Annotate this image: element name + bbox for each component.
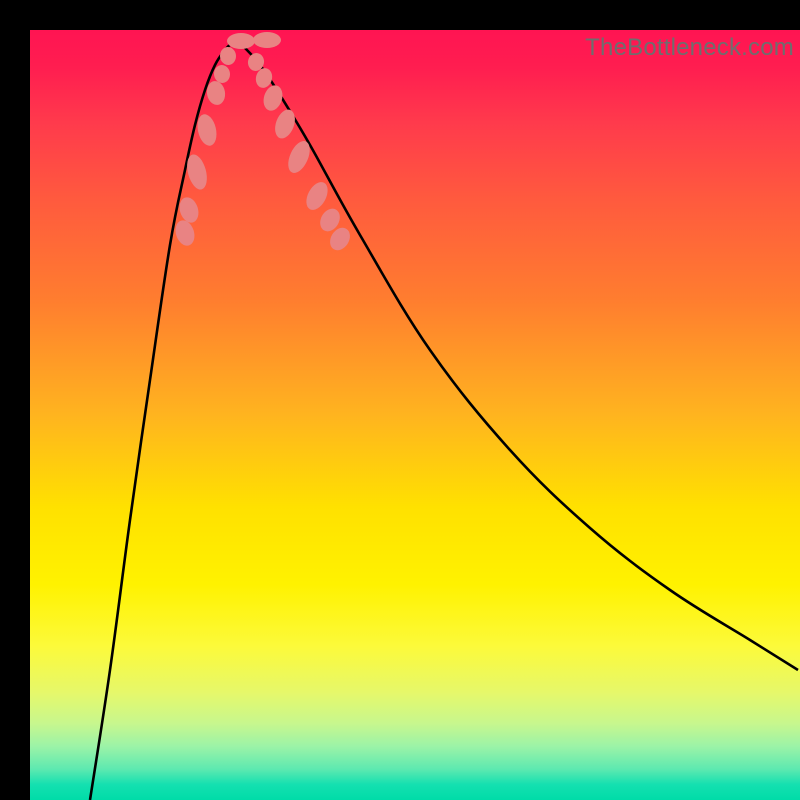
bead-marker xyxy=(253,32,281,48)
bead-marker xyxy=(271,107,298,141)
bead-marker xyxy=(219,46,237,66)
left-curve xyxy=(90,40,235,800)
bead-marker xyxy=(213,64,231,84)
marker-group xyxy=(172,32,354,254)
chart-frame: TheBottleneck.com xyxy=(0,0,800,800)
bead-marker xyxy=(302,179,332,214)
bead-marker xyxy=(227,33,255,49)
plot-area: TheBottleneck.com xyxy=(30,30,800,800)
bead-marker xyxy=(172,218,197,248)
bead-marker xyxy=(176,195,201,225)
watermark-label: TheBottleneck.com xyxy=(585,34,794,62)
curve-layer xyxy=(30,30,800,800)
bead-marker xyxy=(195,112,220,147)
right-curve xyxy=(235,40,798,670)
